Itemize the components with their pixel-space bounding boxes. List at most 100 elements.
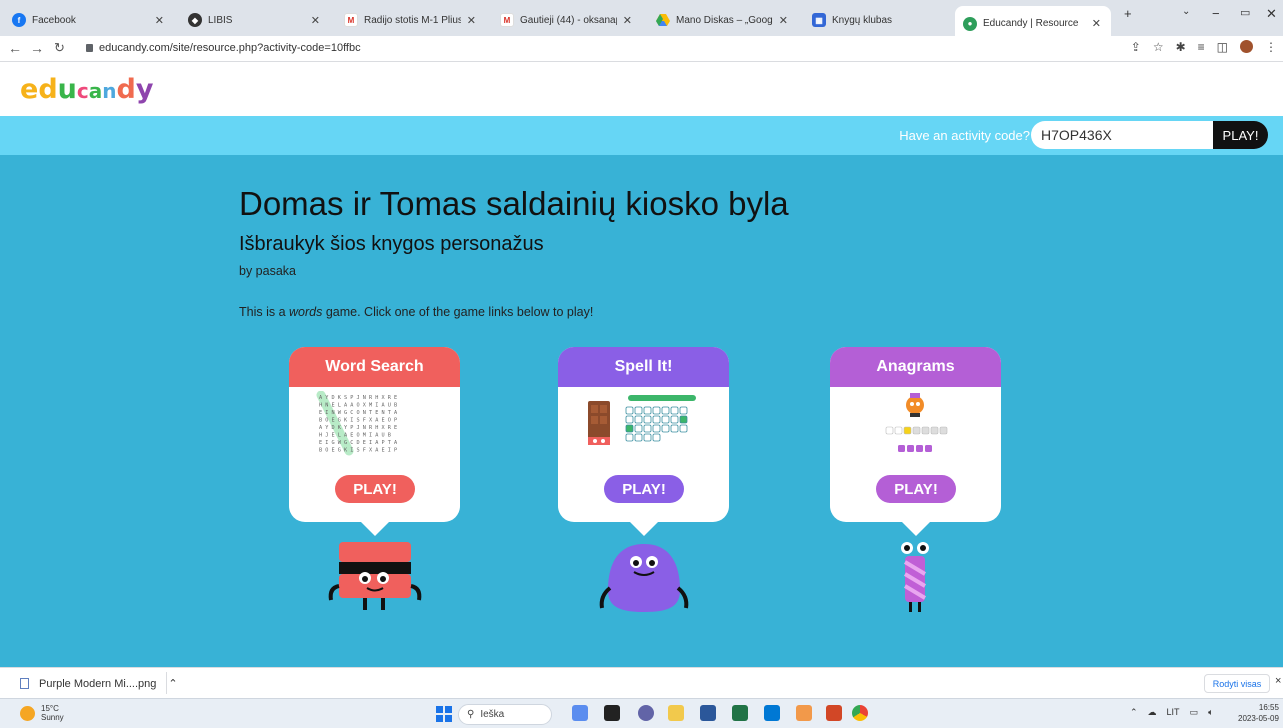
- reading-list-icon[interactable]: ≡: [1198, 40, 1205, 54]
- chevron-up-icon[interactable]: ⌃: [168, 677, 177, 690]
- activity-code-bar: Have an activity code? PLAY!: [0, 116, 1283, 155]
- share-icon[interactable]: ⇪: [1131, 40, 1141, 54]
- system-tray: ⌃ ☁ LIT ▭ 🔈︎: [1130, 707, 1213, 718]
- letter-tile: [643, 406, 652, 415]
- word-search-character: [328, 542, 422, 610]
- word-search-row: H J E L A E O M I A U B: [319, 433, 391, 439]
- minimize-icon[interactable]: −: [1212, 6, 1220, 21]
- side-panel-icon[interactable]: ◫: [1217, 40, 1228, 54]
- forward-icon[interactable]: →: [30, 40, 44, 56]
- extensions-icon[interactable]: ✱: [1176, 40, 1186, 54]
- play-word-search-button[interactable]: PLAY!: [335, 475, 415, 503]
- taskbar-search[interactable]: ⚲ Ieška: [458, 704, 552, 725]
- language-indicator[interactable]: LIT: [1167, 707, 1180, 718]
- logo-letter: y: [135, 74, 154, 105]
- letter-tile: [625, 424, 634, 433]
- game-card-spell-it[interactable]: Spell It! PLAY!: [558, 347, 729, 536]
- download-item[interactable]: Purple Modern Mi....png ⌃: [20, 677, 178, 690]
- letter-tile: [634, 415, 643, 424]
- tab-mano-diskas[interactable]: Mano Diskas – „Google“ diskas ✕: [648, 6, 798, 34]
- outlook-icon[interactable]: [764, 705, 780, 721]
- chevron-up-icon[interactable]: ⌃: [1130, 707, 1138, 718]
- game-card-word-search[interactable]: Word Search A Y D K S P J N R H X R E H N…: [289, 347, 460, 536]
- windows-taskbar: 15°C Sunny ⚲ Ieška ⌃ ☁ LIT ▭ 🔈︎ 16:55 2023-…: [0, 698, 1283, 728]
- anagram-slot: [921, 426, 930, 435]
- profile-avatar-icon[interactable]: [1240, 40, 1253, 53]
- anagram-slot: [930, 426, 939, 435]
- weather-widget[interactable]: 15°C Sunny: [20, 704, 64, 722]
- show-all-downloads-button[interactable]: Rodyti visas: [1204, 674, 1270, 693]
- reload-icon[interactable]: ↻: [54, 40, 65, 56]
- restore-icon[interactable]: ▭: [1240, 6, 1250, 19]
- widgets-icon[interactable]: [604, 705, 620, 721]
- letter-tile: [625, 433, 634, 442]
- tab-knygu-klubas[interactable]: ▦ Knygų klubas: [804, 6, 954, 34]
- volume-icon[interactable]: 🔈︎: [1208, 707, 1213, 718]
- menu-icon[interactable]: ⋮: [1265, 40, 1277, 54]
- chrome-icon[interactable]: [852, 705, 868, 721]
- activity-code-label: Have an activity code?: [899, 128, 1030, 143]
- downloads-bar: Purple Modern Mi....png ⌃ Rodyti visas ×: [0, 667, 1283, 698]
- educandy-logo[interactable]: educandy: [20, 74, 153, 105]
- tab-libis[interactable]: ◆ LIBIS ✕: [180, 6, 330, 34]
- file-explorer-icon[interactable]: [668, 705, 684, 721]
- anagram-slot: [912, 426, 921, 435]
- game-title: Word Search: [289, 347, 460, 387]
- game-card-anagrams[interactable]: Anagrams PLAY!: [830, 347, 1001, 536]
- close-icon[interactable]: ✕: [779, 14, 788, 27]
- word-search-row: E I N W G C O N T E N T A: [319, 410, 398, 416]
- logo-letter: n: [102, 79, 117, 103]
- activity-code-play-button[interactable]: PLAY!: [1213, 121, 1268, 149]
- network-icon[interactable]: ▭: [1190, 707, 1199, 718]
- letter-tile: [652, 406, 661, 415]
- tab-gautieji[interactable]: M Gautieji (44) - oksanapieciene@ ✕: [492, 6, 642, 34]
- game-title: Anagrams: [830, 347, 1001, 387]
- play-anagrams-button[interactable]: PLAY!: [876, 475, 956, 503]
- logo-letter: a: [88, 79, 103, 103]
- word-search-row: E I G W G C D E I A P T A: [319, 440, 398, 446]
- star-icon[interactable]: ☆: [1153, 40, 1164, 54]
- new-tab-button[interactable]: +: [1124, 6, 1132, 21]
- letter-tile: [679, 424, 688, 433]
- play-spell-it-button[interactable]: PLAY!: [604, 475, 684, 503]
- letter-tile: [643, 415, 652, 424]
- game-title: Spell It!: [558, 347, 729, 387]
- anagrams-preview: [885, 393, 948, 452]
- close-downloads-icon[interactable]: ×: [1275, 675, 1281, 687]
- letter-tile: [670, 406, 679, 415]
- tab-facebook[interactable]: f Facebook ✕: [4, 6, 174, 34]
- tab-search-icon[interactable]: ⌄: [1182, 6, 1190, 17]
- powerpoint-icon[interactable]: [826, 705, 842, 721]
- word-icon[interactable]: [700, 705, 716, 721]
- close-icon[interactable]: ✕: [155, 14, 164, 27]
- letter-tile: [652, 415, 661, 424]
- url-field[interactable]: educandy.com/site/resource.php?activity-…: [86, 39, 361, 57]
- anagram-tile: [916, 445, 923, 452]
- word-search-row: H N E L A A O X M I A U B: [319, 403, 397, 409]
- letter-tile: [652, 433, 661, 442]
- calendar-icon: ▦: [812, 13, 826, 27]
- clock[interactable]: 16:55 2023-05-09: [1238, 702, 1279, 724]
- activity-code-input[interactable]: [1031, 121, 1216, 149]
- onedrive-icon[interactable]: ☁: [1148, 707, 1157, 718]
- close-icon[interactable]: ✕: [623, 14, 632, 27]
- file-icon: [20, 678, 29, 689]
- letter-tile: [634, 424, 643, 433]
- letter-tile: [625, 415, 634, 424]
- search-icon: ⚲: [467, 709, 475, 720]
- window-close-icon[interactable]: ✕: [1266, 6, 1277, 22]
- excel-icon[interactable]: [732, 705, 748, 721]
- close-icon[interactable]: ✕: [467, 14, 476, 27]
- store-icon[interactable]: [796, 705, 812, 721]
- back-icon[interactable]: ←: [8, 40, 22, 56]
- task-view-icon[interactable]: [572, 705, 588, 721]
- letter-tile: [625, 406, 634, 415]
- close-icon[interactable]: ✕: [311, 14, 320, 27]
- address-bar: ← → ↻ educandy.com/site/resource.php?act…: [0, 36, 1283, 62]
- tab-radijo[interactable]: M Radijo stotis M-1 Plius – kvi ◀) ✕: [336, 6, 486, 34]
- close-icon[interactable]: ✕: [1092, 17, 1101, 30]
- letter-tile: [634, 433, 643, 442]
- logo-letter: d: [116, 74, 136, 105]
- start-menu-icon[interactable]: [436, 706, 452, 722]
- chat-icon[interactable]: [638, 705, 654, 721]
